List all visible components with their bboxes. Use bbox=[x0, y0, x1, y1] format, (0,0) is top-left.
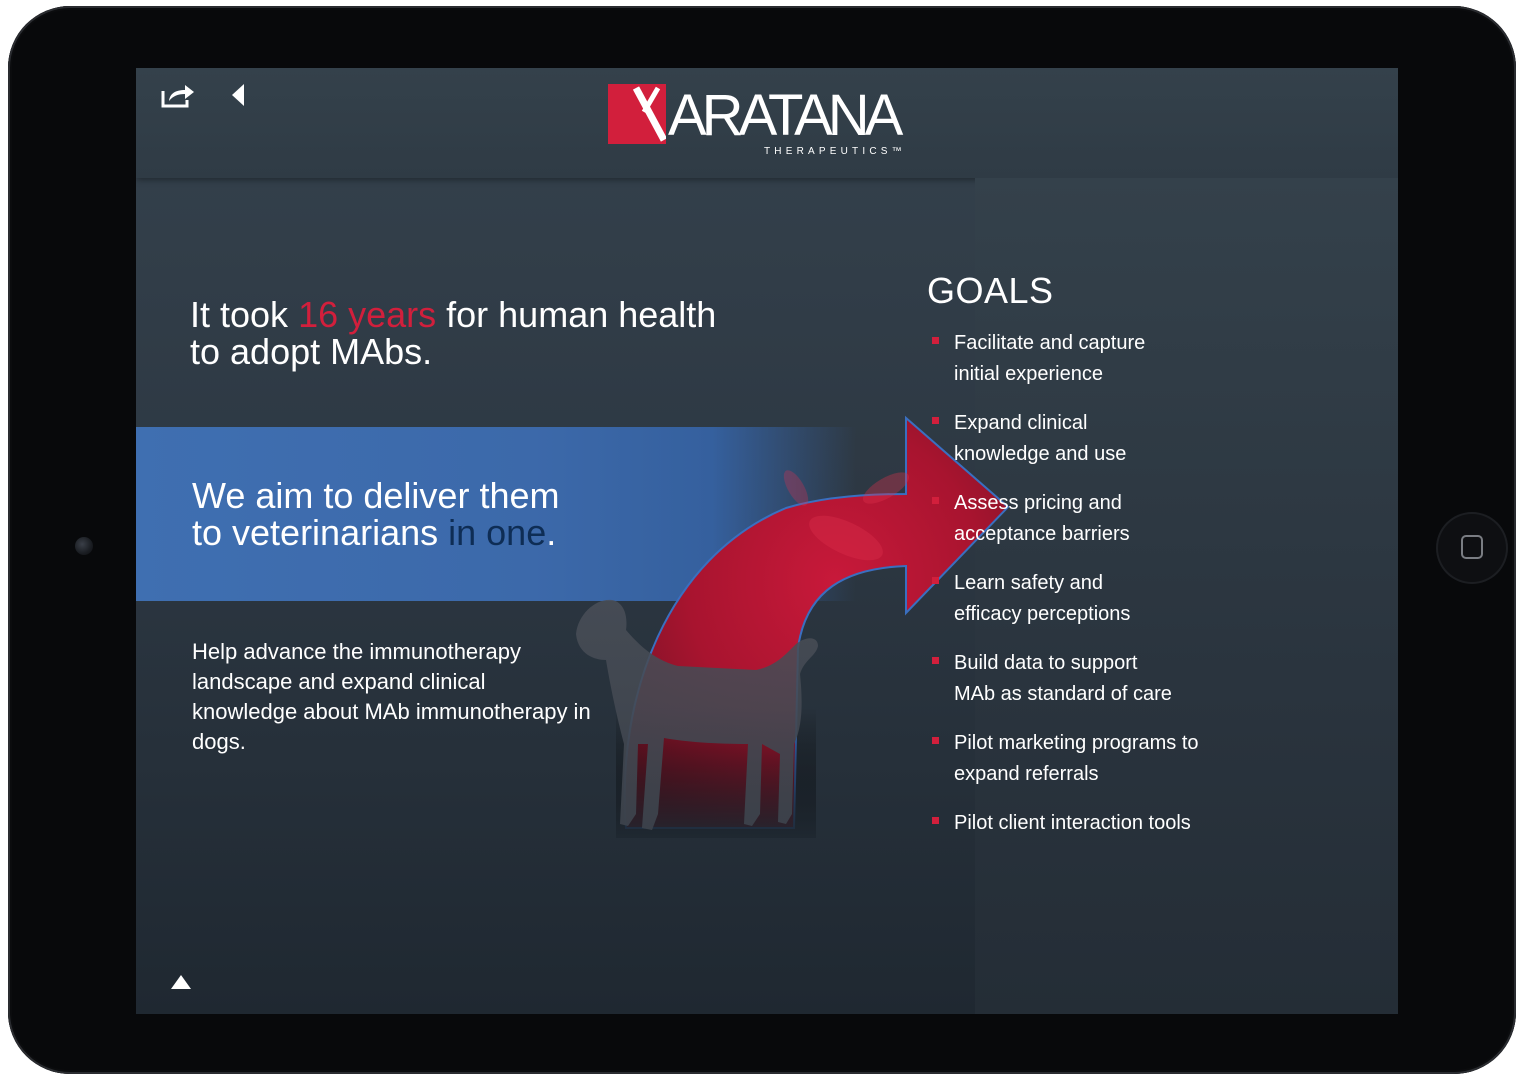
red-square-bullet-icon bbox=[932, 577, 939, 584]
logo-subtitle: THERAPEUTICS™ bbox=[764, 146, 906, 157]
band-text: We aim to deliver them to veterinarians … bbox=[192, 477, 712, 551]
band-line-2-suffix: . bbox=[546, 512, 557, 553]
goals-title: GOALS bbox=[927, 270, 1054, 311]
square-home-icon bbox=[1461, 535, 1483, 559]
goal-item: Learn safety and efficacy perceptions bbox=[932, 568, 1252, 648]
headline: It took 16 years for human health to ado… bbox=[190, 296, 750, 370]
aratana-x-mark-icon bbox=[608, 84, 666, 144]
red-square-bullet-icon bbox=[932, 337, 939, 344]
aratana-logo: ARATANA THERAPEUTICS™ bbox=[606, 84, 916, 160]
top-bar: ARATANA THERAPEUTICS™ bbox=[136, 68, 1398, 178]
back-arrow-icon[interactable] bbox=[230, 82, 250, 108]
band-emphasis: in one bbox=[448, 512, 547, 553]
goal-item: Expand clinical knowledge and use bbox=[932, 408, 1252, 488]
intro-paragraph: Help advance the immunotherapy landscape… bbox=[192, 639, 591, 754]
goal-text: Learn safety and efficacy perceptions bbox=[954, 572, 1131, 625]
up-triangle-icon[interactable] bbox=[170, 974, 192, 990]
goal-item: Pilot client interaction tools bbox=[932, 808, 1252, 888]
red-square-bullet-icon bbox=[932, 497, 939, 504]
goal-text: Pilot client interaction tools bbox=[954, 812, 1191, 834]
headline-highlight: 16 years bbox=[298, 294, 437, 335]
goal-text: Build data to support MAb as standard of… bbox=[954, 652, 1172, 705]
goal-text: Assess pricing and acceptance barriers bbox=[954, 492, 1130, 545]
goal-text: Facilitate and capture initial experienc… bbox=[954, 332, 1146, 385]
goal-text: Pilot marketing programs to expand refer… bbox=[954, 732, 1199, 785]
home-button[interactable] bbox=[1436, 512, 1508, 584]
share-icon[interactable] bbox=[160, 80, 196, 110]
red-square-bullet-icon bbox=[932, 657, 939, 664]
goals-list: Facilitate and capture initial experienc… bbox=[932, 328, 1252, 888]
band-line-2-prefix: to veterinarians bbox=[192, 512, 449, 553]
goal-item: Build data to support MAb as standard of… bbox=[932, 648, 1252, 728]
logo-wordmark: ARATANA bbox=[668, 83, 903, 148]
goal-text: Expand clinical knowledge and use bbox=[954, 412, 1127, 465]
headline-prefix: It took bbox=[190, 294, 299, 335]
camera-icon bbox=[75, 537, 93, 555]
red-square-bullet-icon bbox=[932, 817, 939, 824]
band-line-2: to veterinarians in one. bbox=[192, 514, 712, 551]
red-square-bullet-icon bbox=[932, 737, 939, 744]
goal-item: Pilot marketing programs to expand refer… bbox=[932, 728, 1252, 808]
goal-item: Assess pricing and acceptance barriers bbox=[932, 488, 1252, 568]
red-square-bullet-icon bbox=[932, 417, 939, 424]
goal-item: Facilitate and capture initial experienc… bbox=[932, 328, 1252, 408]
dog-illustration bbox=[576, 599, 818, 830]
band-line-1: We aim to deliver them bbox=[192, 475, 560, 516]
